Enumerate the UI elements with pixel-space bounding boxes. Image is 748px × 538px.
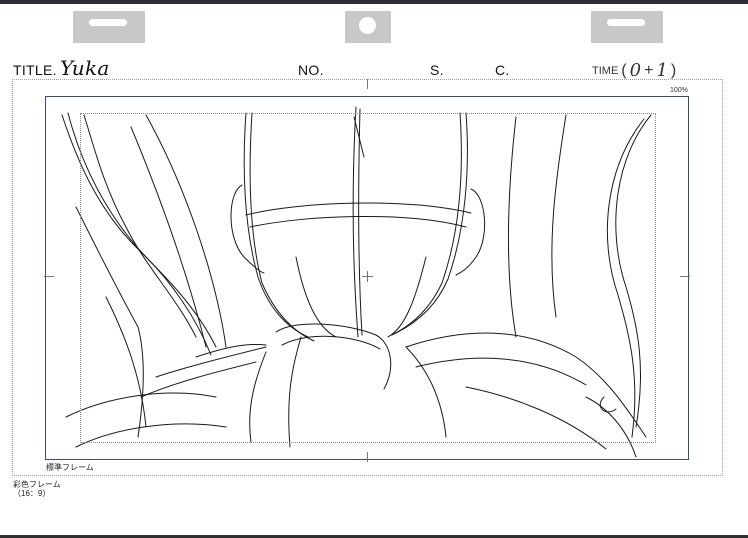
- safe-area-frame: [80, 113, 656, 443]
- peg-slot-left: [89, 19, 127, 26]
- time-frames-value[interactable]: 1: [656, 60, 667, 81]
- peg-hole-right: [591, 11, 663, 43]
- center-tick-left: [44, 276, 54, 277]
- cut-label: C.: [495, 62, 510, 78]
- color-frame-ratio: （16：9）: [13, 489, 51, 498]
- center-tick-bottom: [367, 452, 368, 462]
- color-frame-label-group: 彩色フレーム （16：9）: [13, 480, 61, 498]
- peg-hole-center: [345, 11, 391, 43]
- scene-label: S.: [430, 62, 444, 78]
- top-window-bar: [0, 0, 748, 4]
- peg-slot-right: [607, 19, 645, 26]
- time-close-paren: ): [670, 61, 677, 79]
- number-label: NO.: [298, 62, 324, 78]
- color-frame-label: 彩色フレーム: [13, 480, 61, 489]
- time-label: TIME: [592, 64, 619, 77]
- peg-hole-left: [73, 11, 145, 43]
- time-plus: +: [644, 61, 654, 79]
- time-seconds-value[interactable]: 0: [630, 60, 641, 81]
- title-value[interactable]: Yuka: [60, 56, 110, 80]
- center-tick-top: [367, 79, 368, 89]
- title-label: TITLE.: [13, 62, 57, 78]
- peg-slot-center: [359, 17, 376, 34]
- time-field[interactable]: TIME ( 0 + 1 ): [592, 60, 676, 81]
- standard-frame-label: 標準フレーム: [46, 463, 94, 472]
- time-open-paren: (: [621, 61, 627, 79]
- center-cross-v: [367, 271, 368, 282]
- zoom-indicator: 100%: [670, 87, 688, 94]
- center-tick-right: [680, 276, 690, 277]
